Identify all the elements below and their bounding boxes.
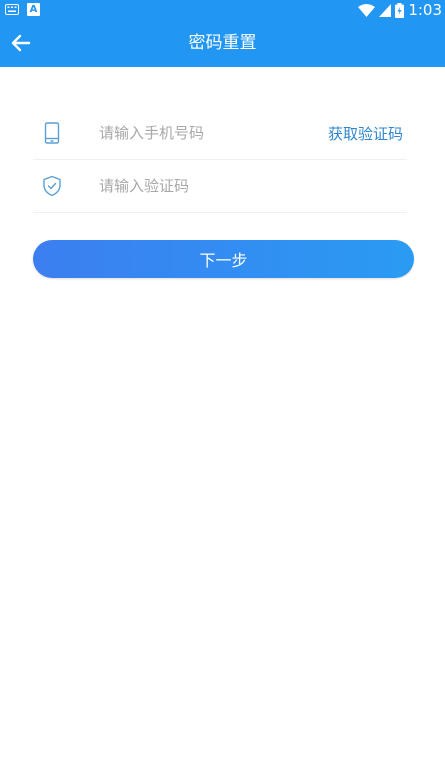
a-notification-icon: A [27,3,40,16]
status-right-icons: 1:03 [358,1,442,19]
next-button[interactable]: 下一步 [33,240,414,278]
phone-row: 获取验证码 [33,107,407,160]
keyboard-icon [5,4,19,15]
shield-check-icon [43,175,61,197]
battery-icon [395,2,405,18]
phone-input[interactable] [99,117,299,149]
page-title: 密码重置 [188,33,257,53]
phone-icon [44,122,60,144]
status-time: 1:03 [408,1,442,19]
code-input[interactable] [99,170,299,202]
app-bar: 密码重置 [0,20,445,67]
status-bar: A 1:03 [0,0,445,20]
get-code-button[interactable]: 获取验证码 [328,123,403,144]
reset-form: 获取验证码 [33,107,407,213]
status-left-icons: A [5,3,40,16]
signal-icon [379,3,392,17]
wifi-icon [358,3,376,17]
code-row [33,160,407,213]
